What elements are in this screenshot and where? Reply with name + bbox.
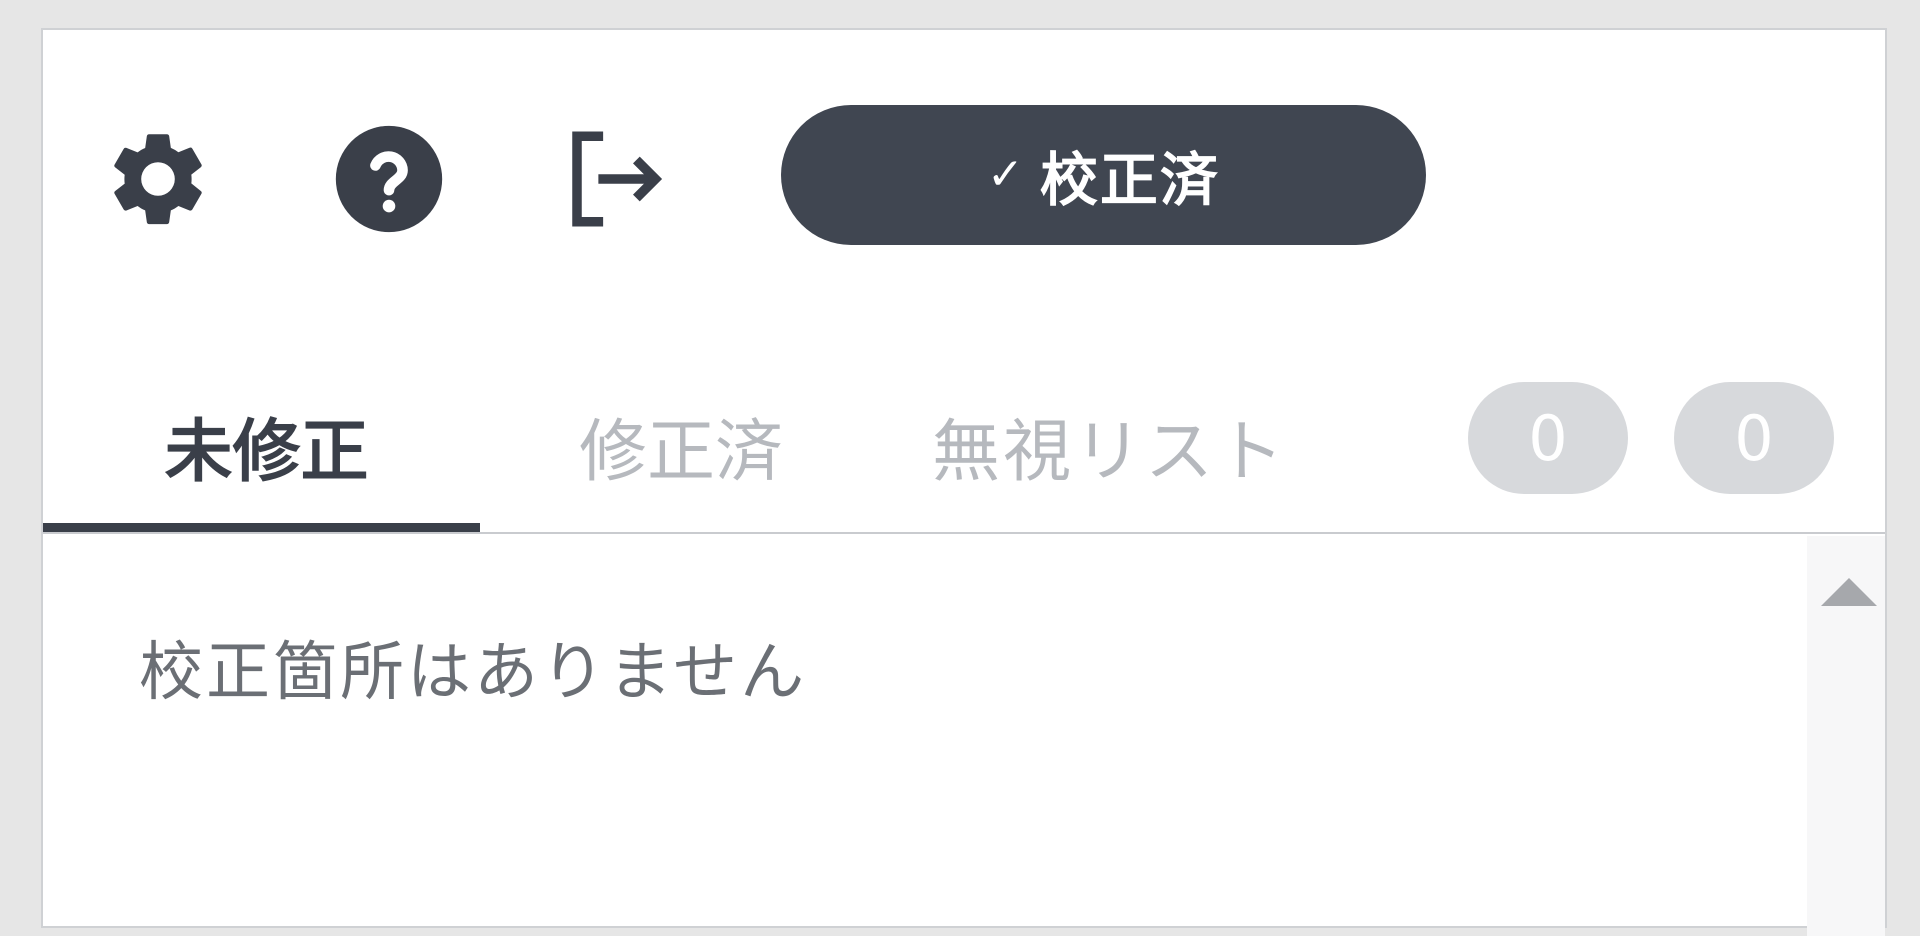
results-area: 校正箇所はありません — [43, 536, 1885, 936]
proofread-status-button[interactable]: ✓ 校正済 — [781, 105, 1426, 245]
count-badge: 0 — [1468, 382, 1628, 494]
logout-icon[interactable] — [556, 120, 674, 238]
tab-ignore-list[interactable]: 無視リスト — [932, 360, 1287, 530]
tab-label-unfixed: 未修正 — [164, 412, 369, 492]
tab-fixed[interactable]: 修正済 — [579, 360, 783, 530]
active-tab-indicator — [43, 523, 480, 532]
scrollbar[interactable] — [1807, 536, 1885, 936]
gear-icon[interactable] — [99, 120, 217, 238]
tab-label-ignore-list: 無視リスト — [932, 412, 1288, 492]
proofreading-panel: ✓ 校正済 未修正 修正済 無視リスト 0 0 校正箇所はありません — [41, 28, 1887, 936]
status-label: 校正済 — [1039, 146, 1220, 214]
count-badge: 0 — [1674, 382, 1834, 494]
tab-label-fixed: 修正済 — [579, 412, 784, 492]
scroll-up-arrow-icon[interactable] — [1821, 578, 1877, 606]
toolbar: ✓ 校正済 — [43, 30, 1885, 260]
empty-message: 校正箇所はありません — [139, 636, 808, 710]
tab-unfixed[interactable]: 未修正 — [43, 360, 480, 532]
check-icon: ✓ — [987, 149, 1024, 200]
help-icon[interactable] — [330, 120, 448, 238]
